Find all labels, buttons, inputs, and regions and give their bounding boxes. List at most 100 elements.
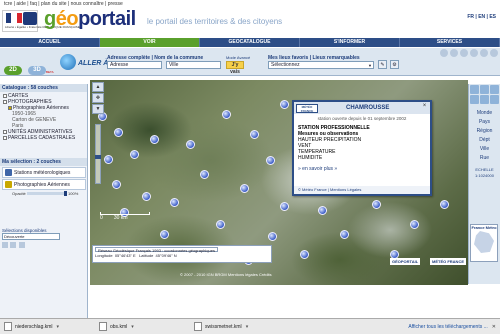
zoom-level-item[interactable]: Rue: [469, 154, 500, 163]
edit-icon[interactable]: ✎: [378, 60, 387, 69]
geoportail-logo[interactable]: géoportail: [44, 8, 136, 31]
zoom-level-item[interactable]: Monde: [469, 109, 500, 118]
photo-icon: [5, 181, 12, 188]
checkbox[interactable]: [3, 93, 7, 98]
chevron-down-icon[interactable]: ▾: [246, 324, 249, 330]
checkbox[interactable]: [3, 99, 7, 104]
popup-footer[interactable]: © Météo France | Mentions Légales: [294, 186, 430, 194]
draw-icon[interactable]: [480, 95, 489, 104]
station-marker[interactable]: [160, 230, 169, 239]
delete-icon[interactable]: [18, 242, 25, 248]
go-button[interactable]: J'y vais: [226, 61, 244, 75]
zoom-in-icon[interactable]: [470, 85, 479, 94]
pan-center-icon[interactable]: ✥: [92, 93, 104, 103]
more-info-link[interactable]: » en savoir plus »: [294, 166, 430, 172]
station-marker[interactable]: [114, 128, 123, 137]
opacity-control[interactable]: Opacité 100%: [2, 191, 86, 197]
fullscreen-icon[interactable]: [470, 49, 478, 57]
station-marker[interactable]: [268, 232, 277, 241]
view-3d-button[interactable]: 3D: [28, 66, 46, 75]
zoom-out-icon[interactable]: [480, 85, 489, 94]
available-select[interactable]: Découverte: [2, 233, 60, 240]
nav-accueil[interactable]: ACCUEIL: [0, 38, 100, 47]
nav-voir[interactable]: VOIR: [100, 38, 200, 47]
view-2d-button[interactable]: 2D: [4, 66, 22, 75]
nav-services[interactable]: SERVICES: [400, 38, 500, 47]
opacity-slider[interactable]: [26, 191, 67, 197]
download-item[interactable]: swissmetnet.kml ▾: [190, 322, 285, 331]
download-item[interactable]: obs.kml ▾: [95, 322, 190, 331]
station-marker[interactable]: [142, 192, 151, 201]
station-marker[interactable]: [280, 202, 289, 211]
zoom-level-item[interactable]: Dépt: [469, 136, 500, 145]
close-icon[interactable]: ×: [421, 103, 428, 110]
download-item[interactable]: niederschlag.kml ▾: [0, 322, 95, 331]
station-marker[interactable]: [200, 170, 209, 179]
checkbox[interactable]: [3, 135, 7, 140]
top-links[interactable]: tcre | aide | faq | plan du site | nous …: [4, 1, 123, 7]
language-switch[interactable]: FR | EN | ES: [467, 14, 496, 20]
station-marker[interactable]: [112, 180, 121, 189]
home-icon[interactable]: [490, 85, 499, 94]
close-icon[interactable]: [490, 49, 498, 57]
advanced-mode-link[interactable]: Mode Avancé: [226, 55, 250, 60]
station-marker[interactable]: [216, 220, 225, 229]
show-all-downloads[interactable]: Afficher tous les téléchargements ... ✕: [408, 324, 500, 330]
checkbox[interactable]: [3, 129, 7, 134]
slider-handle[interactable]: [63, 191, 67, 197]
station-marker[interactable]: [104, 155, 113, 164]
city-input[interactable]: Ville: [166, 61, 221, 69]
add-icon[interactable]: [10, 242, 17, 248]
catalogue-title[interactable]: Catalogue : 58 couches: [0, 84, 87, 92]
station-marker[interactable]: [318, 206, 327, 215]
station-marker[interactable]: [440, 200, 449, 209]
station-marker[interactable]: [250, 130, 259, 139]
station-marker[interactable]: [170, 198, 179, 207]
chevron-down-icon[interactable]: ▾: [57, 324, 60, 330]
layer-row-photos[interactable]: Photographies Aériennes: [2, 179, 86, 190]
station-marker[interactable]: [240, 184, 249, 193]
zoom-level-item[interactable]: Ville: [469, 145, 500, 154]
zoom-level-item[interactable]: Région: [469, 127, 500, 136]
station-marker[interactable]: [280, 100, 289, 109]
tree-item[interactable]: PARCELLES CADASTRALES: [3, 135, 84, 141]
station-marker[interactable]: [130, 150, 139, 159]
coordinate-system-select[interactable]: Réseau Géodésique Français 1993 : coordo…: [95, 247, 218, 253]
help-icon[interactable]: [460, 49, 468, 57]
nav-geocatalogue[interactable]: GEOCATALOGUE: [200, 38, 300, 47]
station-marker[interactable]: [150, 135, 159, 144]
zoom-handle[interactable]: [95, 155, 101, 159]
scale-readout: ECHELLE 1:1024000: [475, 167, 494, 178]
zoom-slider[interactable]: [95, 124, 101, 184]
save-icon[interactable]: [2, 242, 8, 248]
address-input[interactable]: Adresse: [107, 61, 162, 69]
selection-title[interactable]: Ma sélection : 2 couches: [0, 158, 87, 166]
measure-icon[interactable]: [470, 95, 479, 104]
close-icon[interactable]: ✕: [492, 324, 496, 330]
station-marker[interactable]: [372, 200, 381, 209]
pan-up-icon[interactable]: ▲: [92, 82, 104, 92]
overview-title: France Métro: [471, 225, 497, 230]
info-icon[interactable]: [480, 49, 488, 57]
nav-s-informer[interactable]: S'INFORMER: [300, 38, 400, 47]
pan-down-icon[interactable]: ▼: [92, 104, 104, 114]
station-marker[interactable]: [410, 220, 419, 229]
info-icon[interactable]: [490, 95, 499, 104]
layer-row-stations[interactable]: Stations météorologiques: [2, 167, 86, 178]
share-icon[interactable]: [450, 49, 458, 57]
station-marker[interactable]: [340, 230, 349, 239]
map-copyright[interactable]: © 2007 - 2010 IGN BRGM Mentions légales …: [180, 272, 272, 277]
favorites-select[interactable]: Sélectionnez ▼: [268, 61, 374, 69]
zoom-level-item[interactable]: Pays: [469, 118, 500, 127]
station-marker[interactable]: [222, 110, 231, 119]
popup-body: STATION PROFESSIONNELLE Mesures ou obser…: [298, 125, 370, 161]
station-marker[interactable]: [300, 250, 309, 259]
checkbox[interactable]: [8, 105, 12, 110]
overview-map[interactable]: France Métro: [470, 224, 498, 262]
chevron-down-icon[interactable]: ▾: [131, 324, 134, 330]
tools-icon[interactable]: ⚙: [390, 60, 399, 69]
print-icon[interactable]: [440, 49, 448, 57]
selected-layers: Stations météorologiques Photographies A…: [2, 167, 86, 197]
station-marker[interactable]: [266, 156, 275, 165]
station-marker[interactable]: [186, 140, 195, 149]
